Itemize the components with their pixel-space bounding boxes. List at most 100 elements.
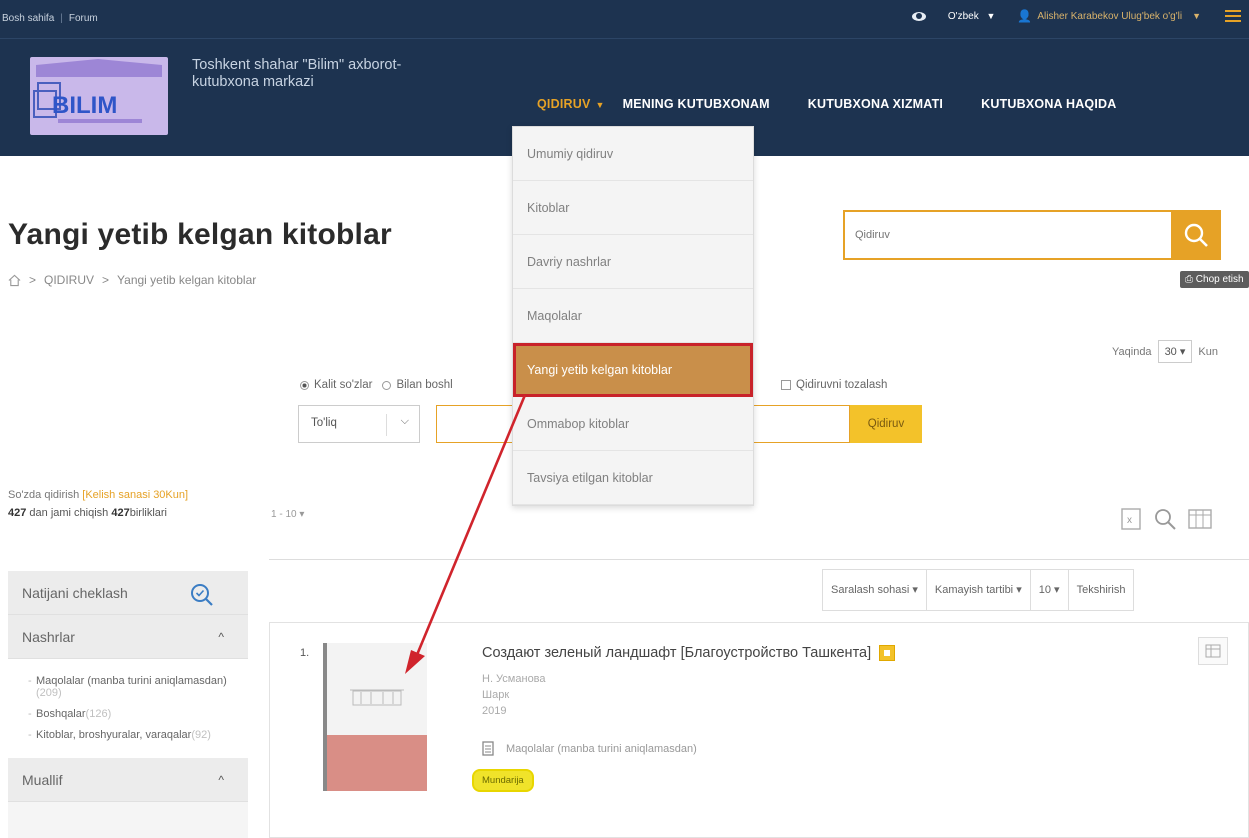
page-range[interactable]: 1 - 10 ▾: [271, 509, 304, 520]
sort-order-label: Kamayish tartibi: [934, 584, 1014, 596]
sort-bar: Saralash sohasi ▾ Kamayish tartibi ▾ 10 …: [822, 569, 1135, 611]
search-icon: [1184, 223, 1208, 247]
top-search-input[interactable]: [855, 224, 1155, 246]
chevron-down-icon: ⌵: [400, 415, 409, 427]
list-item-count: (126): [85, 708, 112, 720]
document-icon: [482, 741, 494, 756]
recent-days-value: 30: [1164, 346, 1177, 358]
radio-starts-with[interactable]: Bilan boshl: [382, 379, 453, 391]
nav-mening-kutubxonam[interactable]: MENING KUTUBXONAM: [623, 97, 770, 111]
filter-search-icon[interactable]: [188, 581, 214, 607]
dropdown-item-davriy-nashrlar[interactable]: Davriy nashrlar: [513, 235, 753, 289]
breadcrumb-qidiruv[interactable]: QIDIRUV: [44, 273, 94, 287]
breadcrumb-separator: >: [102, 273, 110, 287]
qidiruv-dropdown: Umumiy qidiruv Kitoblar Davriy nashrlar …: [512, 126, 754, 506]
sidebar-section-nashrlar[interactable]: Nashrlar ^: [8, 615, 248, 659]
checkbox: [781, 380, 791, 390]
filter-sidebar: Natijani cheklash Nashrlar ^ Maqolalar (…: [8, 571, 248, 838]
sidebar-section-muallif[interactable]: Muallif ^: [8, 758, 248, 802]
list-item[interactable]: Kitoblar, broshyuralar, varaqalar(92): [28, 729, 234, 741]
user-name: Alisher Karabekov Ulug'bek o'g'li: [1037, 10, 1183, 22]
match-mode-select[interactable]: To'liq ⌵: [298, 405, 420, 443]
active-filter[interactable]: [Kelish sanasi 30Kun]: [82, 489, 188, 501]
recent-days-select[interactable]: 30 ▾: [1157, 340, 1193, 363]
nav-kutubxona-haqida[interactable]: KUTUBXONA HAQIDA: [981, 97, 1116, 111]
dropdown-item-maqolalar[interactable]: Maqolalar: [513, 289, 753, 343]
breadcrumb-current: Yangi yetib kelgan kitoblar: [117, 273, 257, 287]
list-item[interactable]: Maqolalar (manba turini aniqlamasdan)(20…: [28, 675, 234, 699]
list-item[interactable]: Boshqalar(126): [28, 708, 234, 720]
home-link[interactable]: Bosh sahifa: [2, 13, 54, 24]
recent-label: Yaqinda: [1112, 345, 1152, 358]
count-bold: 427: [111, 507, 130, 519]
top-search-box: [843, 210, 1221, 260]
caret-down-icon: ▾: [1016, 584, 1022, 596]
search-in-label: So'zda qidirish: [8, 489, 80, 501]
sidebar-title: Natijani cheklash: [8, 571, 248, 615]
caret-down-icon: ▾: [1054, 584, 1060, 596]
breadcrumb: > QIDIRUV > Yangi yetib kelgan kitoblar: [8, 273, 256, 287]
language-select[interactable]: O'zbek ▼: [948, 11, 996, 22]
nav-kutubxona-xizmati[interactable]: KUTUBXONA XIZMATI: [808, 97, 943, 111]
advanced-search-button[interactable]: Qidiruv: [850, 405, 922, 443]
section-title: Nashrlar: [22, 629, 75, 645]
home-icon[interactable]: [8, 274, 21, 287]
availability-icon: [879, 645, 896, 661]
top-links: Bosh sahifa | Forum: [2, 13, 98, 24]
top-search-button[interactable]: [1171, 210, 1221, 260]
dropdown-item-kitoblar[interactable]: Kitoblar: [513, 181, 753, 235]
result-tools: x: [1118, 506, 1214, 532]
chevron-up-icon: ^: [218, 773, 224, 787]
search-info: So'zda qidirish [Kelish sanasi 30Kun]: [8, 489, 188, 501]
radio-keywords[interactable]: Kalit so'zlar: [300, 379, 372, 391]
cover-band: [327, 735, 427, 791]
user-menu[interactable]: 👤 Alisher Karabekov Ulug'bek o'g'li ▼: [1017, 9, 1201, 23]
per-page-value: 10: [1038, 584, 1051, 596]
dropdown-item-ommabop-kitoblar[interactable]: Ommabop kitoblar: [513, 397, 753, 451]
grid-view-icon[interactable]: [1186, 506, 1214, 532]
nav-qidiruv[interactable]: QIDIRUV ▼: [537, 97, 605, 111]
radio-keywords-label: Kalit so'zlar: [314, 379, 373, 391]
caret-down-icon: ▾: [299, 509, 305, 520]
forum-link[interactable]: Forum: [69, 13, 98, 24]
svg-text:x: x: [1127, 515, 1132, 526]
sort-field-select[interactable]: Saralash sohasi ▾: [822, 569, 926, 611]
recent-unit: Kun: [1198, 345, 1218, 358]
dropdown-item-yangi-kitoblar[interactable]: Yangi yetib kelgan kitoblar: [513, 343, 753, 397]
list-item-count: (209): [36, 687, 62, 699]
table-icon: [1205, 644, 1221, 658]
search-icon[interactable]: [1152, 506, 1178, 532]
radio-dot: [300, 380, 309, 390]
radio-dot: [382, 380, 392, 390]
book-cover[interactable]: [323, 643, 427, 791]
export-icon[interactable]: x: [1118, 506, 1144, 532]
per-page-select[interactable]: 10 ▾: [1029, 569, 1068, 611]
count-total: 427: [8, 507, 27, 519]
sort-order-select[interactable]: Kamayish tartibi ▾: [925, 569, 1030, 611]
result-card: 1. Создают зеленый ландшафт [Благоустрой…: [269, 622, 1249, 838]
dropdown-item-tavsiya-kitoblar[interactable]: Tavsiya etilgan kitoblar: [513, 451, 753, 505]
hamburger-menu-icon[interactable]: [1225, 10, 1241, 22]
recent-filter: Yaqinda 30 ▾ Kun: [1112, 340, 1218, 363]
clear-search-checkbox[interactable]: Qidiruvni tozalash: [781, 379, 887, 391]
bilim-logo[interactable]: BILIM: [28, 55, 170, 137]
result-index: 1.: [300, 647, 310, 659]
sidebar-title-label: Natijani cheklash: [22, 585, 128, 601]
separator: |: [60, 13, 63, 24]
nav-label: QIDIRUV: [537, 97, 591, 111]
caret-down-icon: ▼: [1192, 11, 1201, 21]
result-detail-button[interactable]: [1198, 637, 1228, 665]
logo-text: BILIM: [52, 92, 117, 119]
eye-icon[interactable]: [911, 11, 926, 21]
divider: [386, 414, 387, 436]
result-count: 427 dan jami chiqish 427birliklari: [8, 507, 167, 519]
check-button[interactable]: Tekshirish: [1067, 569, 1135, 611]
contents-button[interactable]: Mundarija: [472, 769, 534, 792]
print-button[interactable]: ⎙ Chop etish: [1180, 271, 1249, 288]
dropdown-item-umumiy-qidiruv[interactable]: Umumiy qidiruv: [513, 127, 753, 181]
result-title[interactable]: Создают зеленый ландшафт [Благоустройств…: [482, 645, 896, 661]
main-nav: QIDIRUV ▼ MENING KUTUBXONAM KUTUBXONA XIZ…: [537, 97, 1154, 111]
page-title: Yangi yetib kelgan kitoblar: [8, 218, 392, 251]
list-item-label: Kitoblar, broshyuralar, varaqalar: [36, 729, 192, 741]
list-item-count: (92): [191, 729, 211, 741]
